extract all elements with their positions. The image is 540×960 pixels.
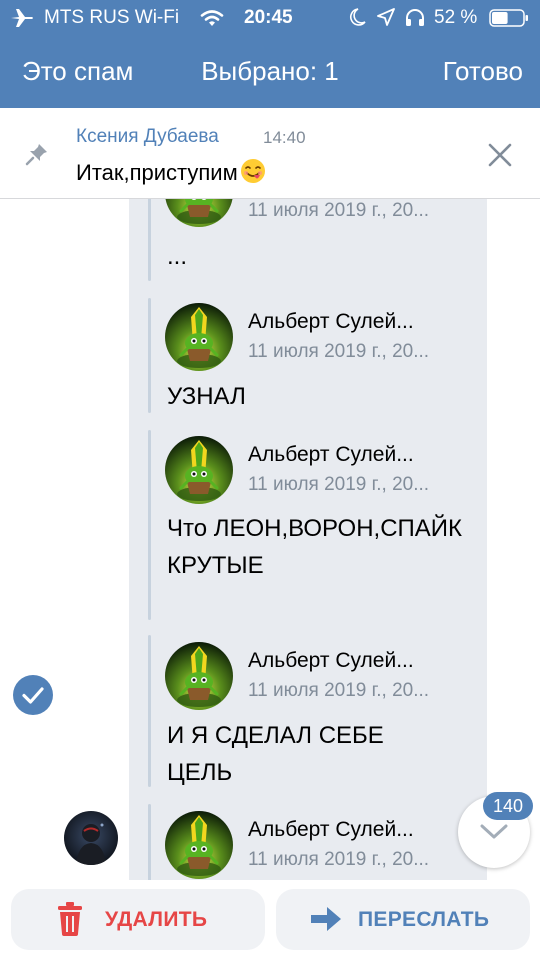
- battery-icon: [489, 9, 528, 27]
- pinned-message[interactable]: Ксения Дубаева 14:40 Итак,приступим: [0, 108, 540, 199]
- quote-line: [148, 199, 151, 281]
- header: MTS RUS Wi-Fi 20:45 52 % Это спам Выбран…: [0, 0, 540, 108]
- forward-button[interactable]: ПЕРЕСЛАТЬ: [276, 889, 530, 950]
- forwarded-message[interactable]: Альберт Сулей... 11 июля 2019 г., 20...: [148, 804, 488, 880]
- forwarded-text: И Я СДЕЛАЛ СЕБЕ ЦЕЛЬ: [167, 722, 384, 786]
- carrier-name: MTS RUS Wi-Fi: [44, 7, 180, 28]
- done-button[interactable]: Готово: [443, 56, 523, 87]
- checkmark-icon[interactable]: [13, 675, 53, 715]
- bottom-action-bar: УДАЛИТЬ ПЕРЕСЛАТЬ: [0, 880, 540, 960]
- forwarded-text: УЗНАЛ: [167, 383, 246, 410]
- forwarded-date: 11 июля 2019 г., 20...: [248, 474, 430, 495]
- battery-percent: 52 %: [434, 7, 478, 28]
- pinned-text: Итак,приступим: [76, 160, 238, 185]
- avatar[interactable]: [165, 811, 233, 879]
- emoji-icon: [240, 159, 265, 183]
- forwarded-author: Альберт Сулей...: [248, 310, 414, 333]
- delete-button[interactable]: УДАЛИТЬ: [11, 889, 265, 950]
- trash-icon: [58, 902, 82, 936]
- forwarded-message[interactable]: Альберт Сулей... 11 июля 2019 г., 20... …: [148, 635, 488, 787]
- forwarded-text: ...: [167, 243, 188, 270]
- forwarded-date: 11 июля 2019 г., 20...: [248, 341, 430, 362]
- status-bar: MTS RUS Wi-Fi 20:45 52 %: [0, 0, 540, 36]
- quote-line: [148, 804, 151, 880]
- forwarded-author: Альберт Сулей...: [248, 649, 414, 672]
- selection-title: Выбрано: 1: [201, 56, 339, 86]
- quote-line: [148, 430, 151, 620]
- wifi-icon: [200, 10, 224, 26]
- forwarded-message[interactable]: Альберт Сулей... 11 июля 2019 г., 20... …: [148, 430, 488, 620]
- moon-icon: [350, 8, 366, 26]
- avatar[interactable]: [165, 642, 233, 710]
- report-spam-button[interactable]: Это спам: [22, 56, 133, 87]
- chevron-down-icon: [480, 824, 508, 839]
- forwarded-author: Альберт Сулей...: [248, 443, 414, 466]
- forward-arrow-icon: [311, 907, 341, 931]
- forwarded-date: 11 июля 2019 г., 20...: [248, 849, 430, 870]
- forwarded-author: Альберт Сулей...: [248, 818, 414, 841]
- pinned-time: 14:40: [263, 128, 306, 147]
- pin-icon: [25, 144, 47, 166]
- forwarded-date: 11 июля 2019 г., 20...: [248, 200, 430, 221]
- forwarded-date: 11 июля 2019 г., 20...: [248, 680, 430, 701]
- sender-avatar[interactable]: [64, 811, 118, 865]
- forwarded-message[interactable]: Альберт Сулей... 11 июля 2019 г., 20... …: [148, 298, 488, 413]
- quote-line: [148, 635, 151, 787]
- unread-count-badge: 140: [483, 792, 533, 820]
- headphones-icon: [406, 9, 424, 26]
- clock: 20:45: [244, 7, 293, 28]
- delete-label: УДАЛИТЬ: [105, 908, 208, 931]
- avatar[interactable]: [165, 199, 233, 227]
- avatar[interactable]: [165, 436, 233, 504]
- nav-bar: Это спам Выбрано: 1 Готово: [0, 36, 540, 108]
- close-icon[interactable]: [487, 142, 513, 168]
- forward-label: ПЕРЕСЛАТЬ: [358, 908, 490, 931]
- airplane-icon: [11, 9, 33, 27]
- avatar[interactable]: [165, 303, 233, 371]
- forwarded-message[interactable]: 11 июля 2019 г., 20... ...: [148, 199, 488, 281]
- quote-line: [148, 298, 151, 413]
- pinned-text-row: Итак,приступим: [76, 158, 266, 186]
- pinned-author: Ксения Дубаева: [76, 126, 219, 147]
- location-icon: [377, 8, 395, 26]
- chat-area[interactable]: 11 июля 2019 г., 20... ... Альберт Сулей…: [0, 199, 540, 880]
- forwarded-text: Что ЛЕОН,ВОРОН,СПАЙК КРУТЫЕ: [167, 515, 463, 579]
